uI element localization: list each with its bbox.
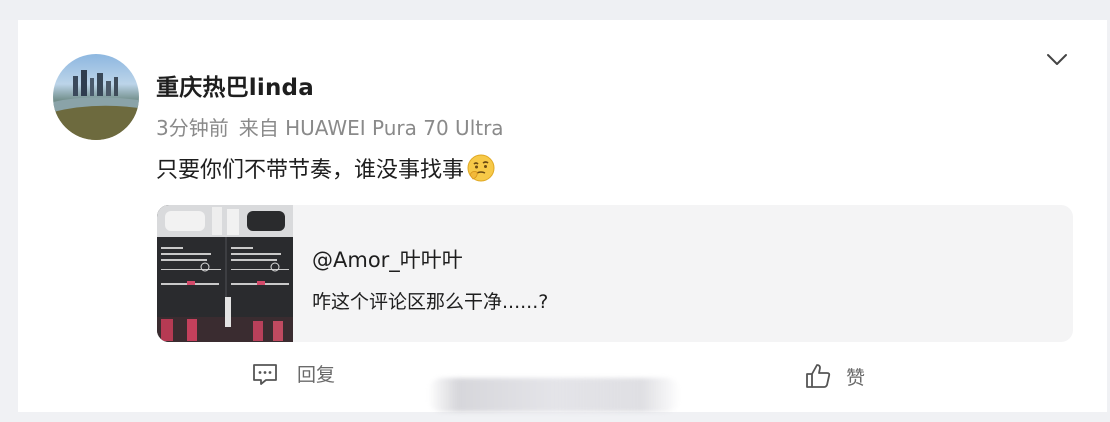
like-button[interactable]: 赞: [804, 362, 865, 390]
username[interactable]: 重庆热巴linda: [156, 68, 314, 102]
post-body: 只要你们不带节奏，谁没事找事: [156, 158, 465, 183]
blurred-overlay: [428, 378, 680, 412]
quoted-post-thumbnail[interactable]: [157, 205, 293, 342]
like-label: 赞: [846, 366, 866, 389]
quoted-author[interactable]: @Amor_叶叶叶: [312, 244, 463, 274]
top-strip: [0, 0, 1110, 20]
thumbs-up-icon: [806, 364, 831, 388]
quoted-text: 咋这个评论区那么干净......?: [312, 291, 549, 313]
reply-label: 回复: [297, 364, 336, 386]
post-meta: 3分钟前 来自 HUAWEI Pura 70 Ultra: [156, 112, 504, 141]
comment-icon: [253, 363, 277, 385]
post-time: 3分钟前: [156, 116, 229, 140]
post-source: 来自 HUAWEI Pura 70 Ultra: [238, 116, 504, 140]
avatar[interactable]: [53, 54, 139, 140]
post-text: 只要你们不带节奏，谁没事找事: [156, 152, 496, 189]
chevron-down-icon[interactable]: [1046, 51, 1068, 69]
thinking-face-emoji: [466, 153, 496, 189]
reply-button[interactable]: 回复: [251, 360, 335, 387]
quoted-post[interactable]: @Amor_叶叶叶 咋这个评论区那么干净......?: [157, 205, 1073, 342]
